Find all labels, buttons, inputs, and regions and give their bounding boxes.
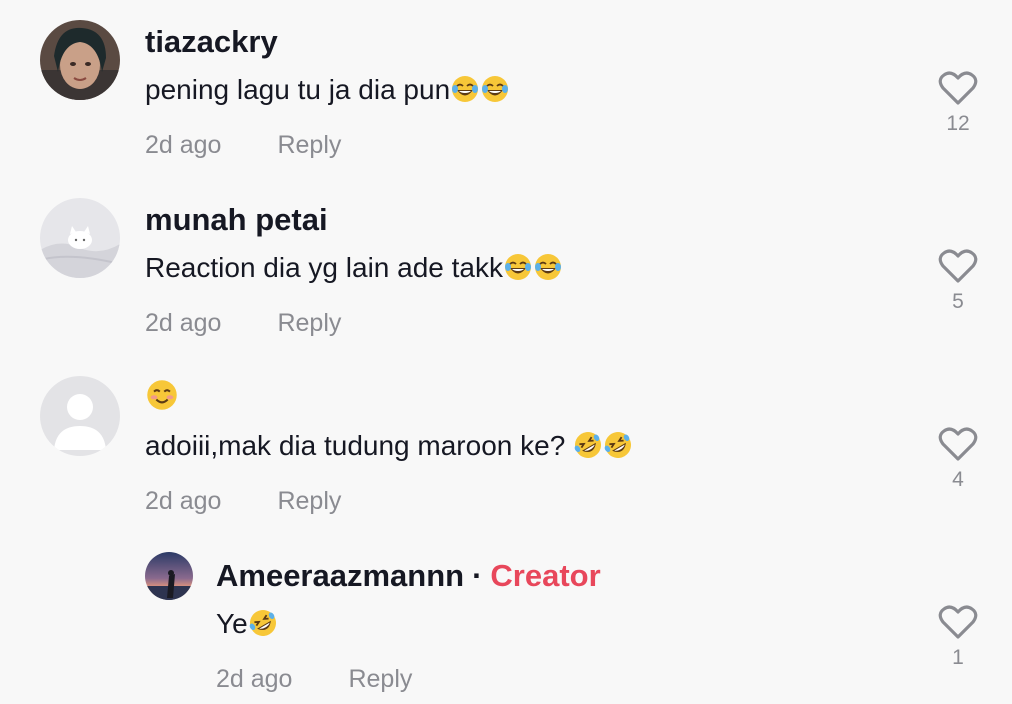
creator-username-line: Ameeraazmannn · Creator [216, 558, 601, 594]
reply-button[interactable]: Reply [277, 131, 341, 159]
comment-item: munah petai Reaction dia yg lain ade tak… [0, 178, 1012, 356]
face-with-tears-of-joy-emoji-icon [450, 74, 480, 104]
comment-time: 2d ago [145, 131, 222, 159]
comment-text: pening lagu tu ja dia pun [145, 72, 510, 108]
face-with-tears-of-joy-emoji-icon [533, 252, 563, 282]
user-avatar[interactable] [40, 20, 120, 100]
heart-icon [938, 427, 978, 461]
cat-avatar-icon [40, 198, 120, 278]
heart-icon [938, 249, 978, 283]
reply-button[interactable]: Reply [348, 665, 412, 693]
reply-time: 2d ago [216, 665, 293, 693]
comment-username[interactable]: munah petai [145, 202, 328, 238]
sunset-avatar-icon [145, 552, 193, 600]
reply-item: Ameeraazmannn · Creator Ye 2d ago Reply 1 [0, 534, 1012, 704]
comment-text: adoiii,mak dia tudung maroon ke? [145, 428, 633, 464]
comment-item: tiazackry pening lagu tu ja dia pun 2d a… [0, 0, 1012, 178]
comment-meta: 2d ago Reply [145, 308, 341, 338]
comment-username[interactable] [145, 378, 179, 412]
reply-body: Ye [216, 608, 248, 639]
creator-badge: Creator [490, 558, 601, 593]
like-count: 1 [952, 646, 964, 669]
rolling-on-floor-laughing-emoji-icon [248, 608, 278, 638]
comment-text: Reaction dia yg lain ade takk [145, 250, 563, 286]
user-avatar[interactable] [40, 376, 120, 456]
like-button[interactable]: 12 [928, 70, 988, 136]
creator-avatar[interactable] [145, 552, 193, 600]
comment-body: pening lagu tu ja dia pun [145, 74, 451, 105]
heart-icon [938, 605, 978, 639]
reply-text: Ye [216, 606, 278, 642]
rolling-on-floor-laughing-emoji-icon [573, 430, 603, 460]
separator-dot: · [472, 558, 483, 593]
like-count: 4 [952, 468, 964, 491]
smiling-face-emoji-icon [145, 378, 179, 412]
comment-time: 2d ago [145, 487, 222, 515]
reply-button[interactable]: Reply [277, 309, 341, 337]
comment-username[interactable]: tiazackry [145, 24, 278, 60]
like-button[interactable]: 4 [928, 426, 988, 492]
like-button[interactable]: 5 [928, 248, 988, 314]
comment-list: tiazackry pening lagu tu ja dia pun 2d a… [0, 0, 1012, 704]
default-avatar-icon [40, 376, 120, 456]
reply-button[interactable]: Reply [277, 487, 341, 515]
face-with-tears-of-joy-emoji-icon [480, 74, 510, 104]
reply-meta: 2d ago Reply [216, 664, 412, 694]
like-count: 12 [946, 112, 970, 135]
comment-body: Reaction dia yg lain ade takk [145, 252, 503, 283]
comment-time: 2d ago [145, 309, 222, 337]
reply-username[interactable]: Ameeraazmannn [216, 558, 464, 593]
like-count: 5 [952, 290, 964, 313]
rolling-on-floor-laughing-emoji-icon [603, 430, 633, 460]
comment-item: adoiii,mak dia tudung maroon ke? 2d ago R… [0, 356, 1012, 534]
comment-body: adoiii,mak dia tudung maroon ke? [145, 430, 574, 461]
user-avatar[interactable] [40, 198, 120, 278]
comment-meta: 2d ago Reply [145, 486, 341, 516]
woman-avatar-icon [40, 20, 120, 100]
heart-icon [938, 71, 978, 105]
like-button[interactable]: 1 [928, 604, 988, 670]
comment-meta: 2d ago Reply [145, 130, 341, 160]
face-with-tears-of-joy-emoji-icon [503, 252, 533, 282]
